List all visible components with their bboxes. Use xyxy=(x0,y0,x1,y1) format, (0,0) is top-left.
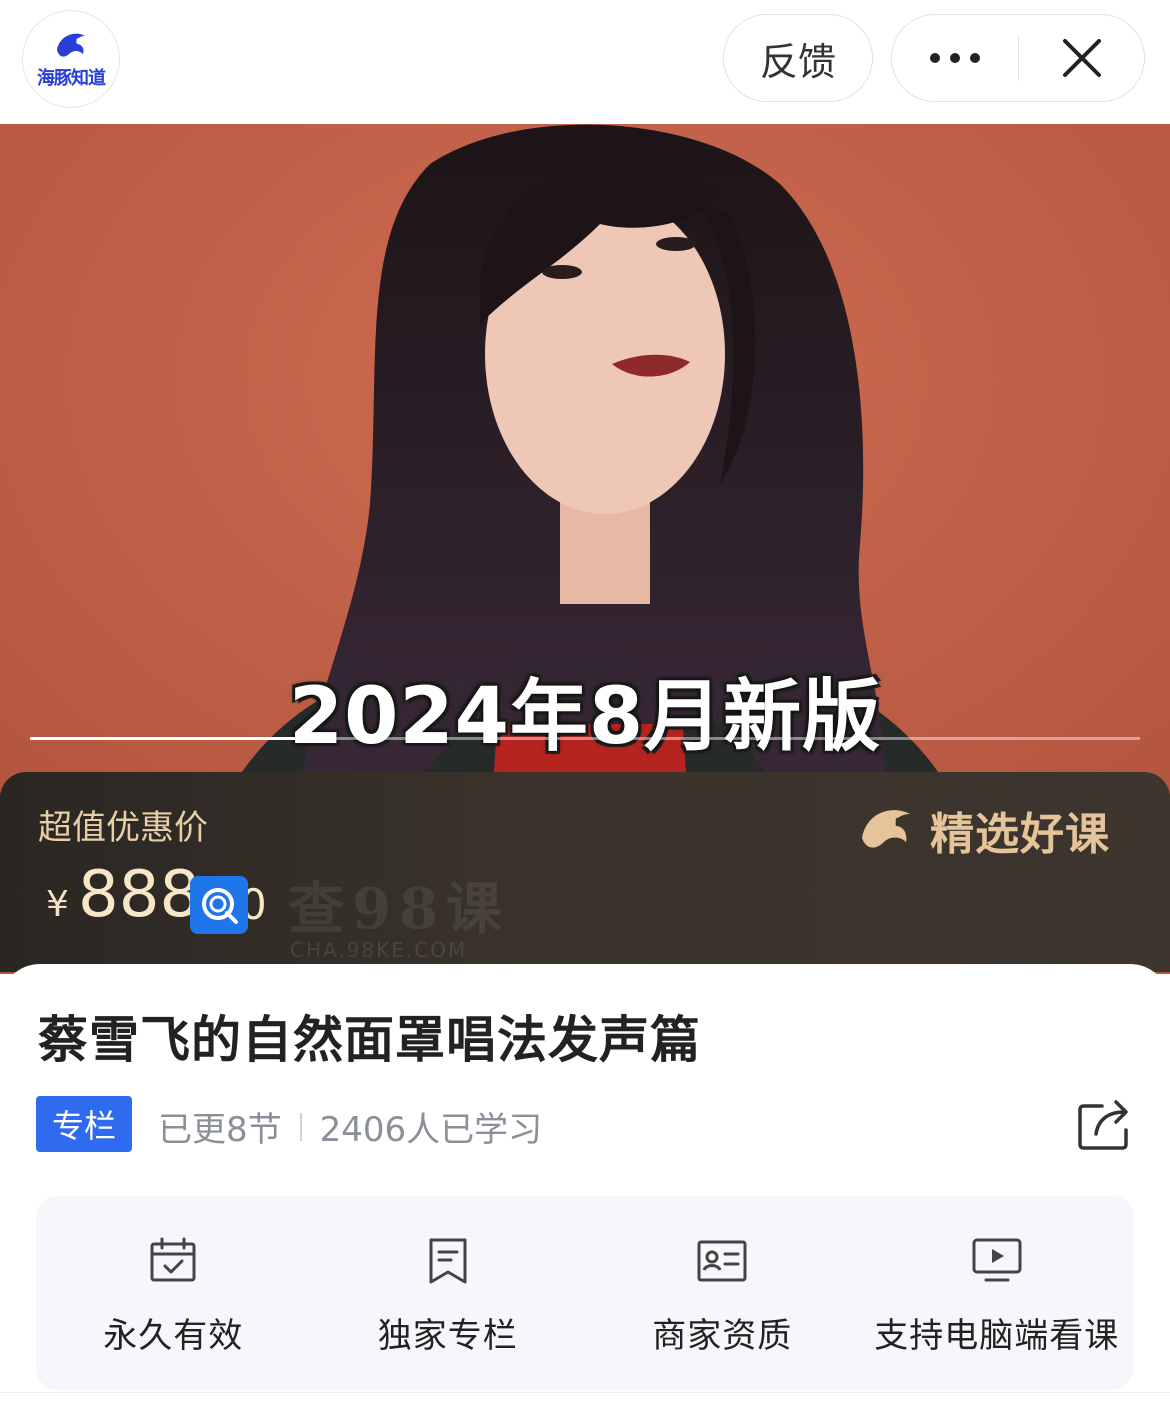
close-icon xyxy=(1063,39,1101,77)
feature-label: 永久有效 xyxy=(103,1316,244,1356)
price-label: 超值优惠价 xyxy=(38,808,208,848)
feature-permanent: 永久有效 xyxy=(36,1196,311,1390)
share-button[interactable] xyxy=(1076,1098,1134,1152)
dolphin-logo-icon xyxy=(57,33,85,57)
video-progress-fill xyxy=(30,737,297,740)
more-button[interactable] xyxy=(892,15,1018,101)
feature-exclusive: 独家专栏 xyxy=(311,1196,586,1390)
bottom-divider xyxy=(0,1392,1170,1393)
feature-strip: 永久有效 独家专栏 商家资质 支持电脑端看课 xyxy=(36,1196,1134,1390)
watermark-text: 查98课 xyxy=(288,876,510,942)
calendar-check-icon xyxy=(150,1237,196,1282)
course-title: 蔡雪飞的自然面罩唱法发声篇 xyxy=(38,1011,701,1069)
search-q-icon xyxy=(190,876,248,934)
price-currency: ¥ xyxy=(46,884,69,925)
id-card-icon xyxy=(697,1240,747,1282)
course-info-card: 蔡雪飞的自然面罩唱法发声篇 专栏 已更8节 2406人已学习 永久有效 独家专栏… xyxy=(0,964,1170,1425)
update-count: 已更8节 xyxy=(158,1110,282,1150)
feedback-button[interactable]: 反馈 xyxy=(723,14,873,102)
featured-course-badge: 精选好课 xyxy=(856,798,1110,862)
mini-program-capsule xyxy=(891,14,1145,102)
meta-divider xyxy=(299,1112,302,1141)
price-panel: 超值优惠价 ¥ 888 0 查98课 CHA.98KE.COM 精选好课 xyxy=(0,772,1170,972)
logo-text: 海豚知道 xyxy=(37,68,106,89)
dolphin-badge-icon xyxy=(862,810,910,848)
featured-course-label: 精选好课 xyxy=(930,809,1110,860)
course-meta: 已更8节 2406人已学习 xyxy=(158,1102,542,1151)
feature-label: 支持电脑端看课 xyxy=(874,1316,1120,1356)
watermark-subtext: CHA.98KE.COM xyxy=(290,938,468,962)
feature-label: 独家专栏 xyxy=(377,1316,518,1356)
feature-desktop: 支持电脑端看课 xyxy=(860,1196,1135,1390)
more-dots-icon xyxy=(930,53,980,63)
monitor-play-icon xyxy=(972,1238,1022,1282)
price-value: 888 xyxy=(78,858,201,932)
learner-count: 2406人已学习 xyxy=(319,1110,543,1150)
share-icon xyxy=(1078,1100,1128,1150)
feature-merchant[interactable]: 商家资质 xyxy=(585,1196,860,1390)
close-button[interactable] xyxy=(1020,15,1144,101)
bookmark-icon xyxy=(429,1238,467,1284)
capsule-divider xyxy=(1018,35,1019,81)
top-bar: 海豚知道 反馈 xyxy=(0,0,1170,124)
hero-caption: 2024年8月新版 xyxy=(288,672,882,762)
feature-label: 商家资质 xyxy=(652,1316,793,1356)
column-tag: 专栏 xyxy=(36,1096,132,1152)
video-progress-bar[interactable] xyxy=(30,737,1140,740)
app-logo[interactable]: 海豚知道 xyxy=(22,10,120,108)
